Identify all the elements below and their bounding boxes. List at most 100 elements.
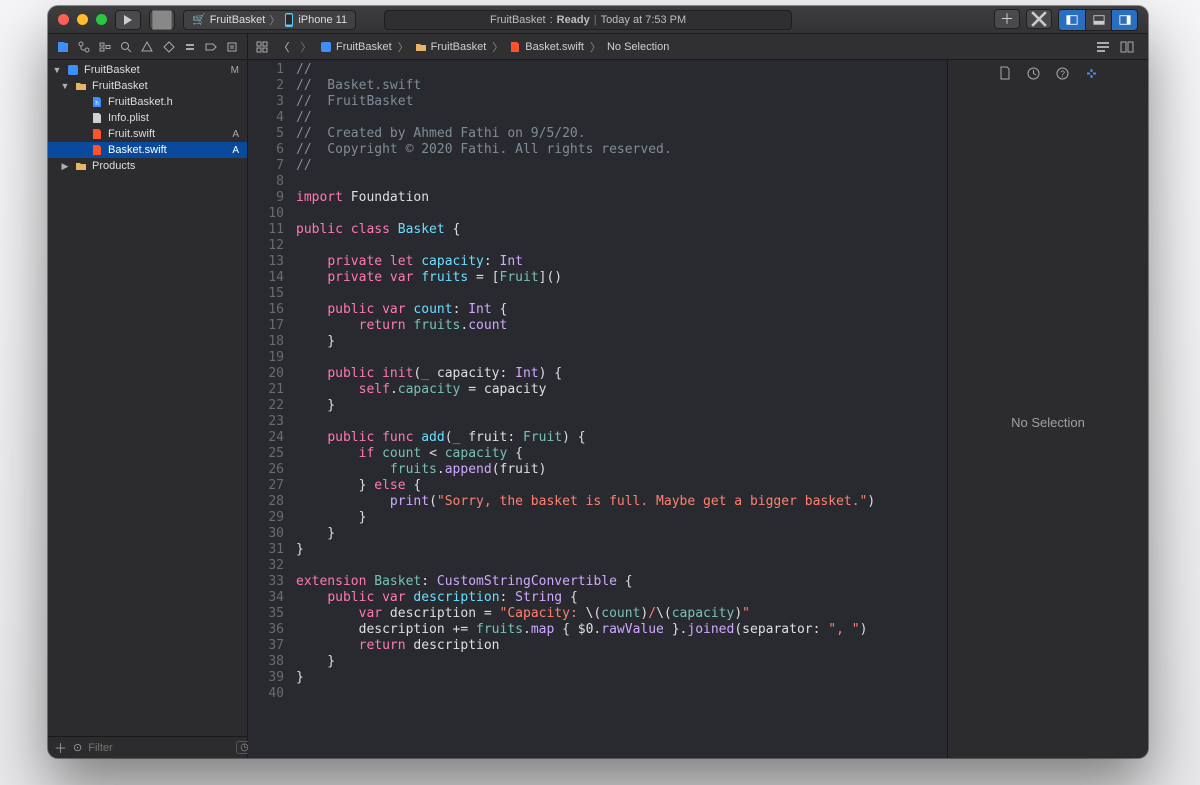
close-window-button[interactable] [58, 14, 69, 25]
scheme-selector[interactable]: 🛒 FruitBasket 〉 iPhone 11 [183, 10, 356, 30]
disclosure-triangle-icon[interactable]: ▶ [60, 161, 70, 172]
navigator-tabs [48, 34, 248, 59]
filter-icon: ⊙ [73, 741, 82, 754]
toggle-debug-area-button[interactable] [1085, 10, 1111, 30]
file-inspector-tab[interactable] [999, 66, 1011, 80]
code-editor[interactable]: 1234567891011121314151617181920212223242… [248, 60, 948, 758]
add-button[interactable]: ＋ [54, 738, 67, 757]
history-inspector-tab[interactable] [1027, 67, 1040, 80]
breadcrumb-symbol[interactable]: No Selection [607, 41, 669, 53]
scm-status: M [231, 65, 239, 76]
report-navigator-tab[interactable] [223, 38, 241, 56]
tree-products-folder[interactable]: ▶ Products [48, 158, 247, 174]
tree-root-project[interactable]: ▼ FruitBasket M [48, 62, 247, 78]
project-navigator: ▼ FruitBasket M ▼ FruitBasket h FruitBas… [48, 60, 248, 758]
scm-status: A [232, 129, 239, 140]
main-area: ▼ FruitBasket M ▼ FruitBasket h FruitBas… [48, 60, 1148, 758]
zoom-window-button[interactable] [96, 14, 107, 25]
tree-label: Products [92, 160, 135, 172]
svg-text:h: h [95, 101, 98, 107]
scheme-separator-icon: 〉 [269, 12, 280, 28]
tree-file[interactable]: Info.plist [48, 110, 247, 126]
attributes-inspector-tab[interactable] [1085, 67, 1098, 80]
tree-label: FruitBasket.h [108, 96, 173, 108]
tree-label: Fruit.swift [108, 128, 155, 140]
toggle-inspector-button[interactable] [1111, 10, 1137, 30]
issue-navigator-tab[interactable] [138, 38, 156, 56]
jump-bar: 〈 〉 FruitBasket 〉 FruitBasket 〉 Basket.s… [248, 34, 1148, 59]
help-inspector-tab[interactable]: ? [1056, 67, 1069, 80]
scheme-device-label: iPhone 11 [298, 14, 347, 26]
breadcrumb-label: FruitBasket [336, 41, 392, 53]
folder-icon [74, 79, 88, 93]
status-project: FruitBasket [490, 14, 546, 26]
go-back-button[interactable]: 〈 [276, 39, 292, 55]
chevron-icon: 〉 [590, 39, 601, 55]
breakpoint-navigator-tab[interactable] [202, 38, 220, 56]
tree-file[interactable]: Fruit.swift A [48, 126, 247, 142]
status-sep: | [594, 14, 597, 26]
folder-icon [415, 41, 427, 53]
plist-file-icon [90, 111, 104, 125]
tree-label: FruitBasket [92, 80, 148, 92]
minimize-window-button[interactable] [77, 14, 88, 25]
debug-navigator-tab[interactable] [181, 38, 199, 56]
related-items-button[interactable] [254, 39, 270, 55]
editor-mode-button[interactable] [1096, 40, 1110, 54]
app-icon: 🛒 [192, 13, 206, 26]
breadcrumb-project[interactable]: FruitBasket [320, 41, 392, 53]
go-forward-button[interactable]: 〉 [298, 39, 314, 55]
xcodeproj-icon [320, 41, 332, 53]
breadcrumb-label: Basket.swift [525, 41, 584, 53]
breadcrumb-label: No Selection [607, 41, 669, 53]
inspector-empty-label: No Selection [1011, 415, 1085, 430]
code-content[interactable]: //// Basket.swift// FruitBasket//// Crea… [292, 60, 947, 758]
library-button[interactable]: ＋ [994, 9, 1020, 29]
swift-file-icon [90, 127, 104, 141]
tree-label: Basket.swift [108, 144, 167, 156]
secondary-bar: 〈 〉 FruitBasket 〉 FruitBasket 〉 Basket.s… [48, 34, 1148, 60]
adjust-editor-button[interactable] [1120, 40, 1134, 54]
inspector-panel: ? No Selection [948, 60, 1148, 758]
disclosure-triangle-icon[interactable]: ▼ [60, 81, 70, 91]
filter-input[interactable] [88, 742, 230, 754]
tree-label: Info.plist [108, 112, 149, 124]
test-navigator-tab[interactable] [160, 38, 178, 56]
chevron-icon: 〉 [398, 39, 409, 55]
xcodeproj-icon [66, 63, 80, 77]
navigator-footer: ＋ ⊙ ◷⊟ [48, 736, 247, 758]
editor-options [1096, 40, 1142, 54]
find-navigator-tab[interactable] [117, 38, 135, 56]
titlebar: 🛒 FruitBasket 〉 iPhone 11 FruitBasket: R… [48, 6, 1148, 34]
source-control-navigator-tab[interactable] [75, 38, 93, 56]
scheme-project-label: FruitBasket [210, 14, 266, 26]
device-icon [284, 13, 294, 27]
disclosure-triangle-icon[interactable]: ▼ [52, 65, 62, 75]
project-navigator-tab[interactable] [54, 38, 72, 56]
tree-label: FruitBasket [84, 64, 140, 76]
symbol-navigator-tab[interactable] [96, 38, 114, 56]
xcode-window: 🛒 FruitBasket 〉 iPhone 11 FruitBasket: R… [48, 6, 1148, 758]
run-button[interactable] [115, 10, 141, 30]
scm-status: A [232, 145, 239, 156]
inspector-tabs: ? [948, 60, 1148, 86]
svg-text:?: ? [1059, 69, 1064, 79]
file-tree[interactable]: ▼ FruitBasket M ▼ FruitBasket h FruitBas… [48, 60, 247, 736]
tree-group-folder[interactable]: ▼ FruitBasket [48, 78, 247, 94]
line-number-gutter: 1234567891011121314151617181920212223242… [248, 60, 292, 758]
chevron-icon: 〉 [492, 39, 503, 55]
toggle-navigator-button[interactable] [1059, 10, 1085, 30]
tree-file[interactable]: h FruitBasket.h [48, 94, 247, 110]
code-review-button[interactable] [1026, 9, 1052, 29]
tree-file-selected[interactable]: Basket.swift A [48, 142, 247, 158]
stop-button[interactable] [149, 10, 175, 30]
swift-file-icon [90, 143, 104, 157]
activity-status: FruitBasket: Ready | Today at 7:53 PM [384, 10, 792, 30]
swift-file-icon [509, 41, 521, 53]
breadcrumb-folder[interactable]: FruitBasket [415, 41, 487, 53]
status-state: Ready [557, 14, 590, 26]
titlebar-right-controls: ＋ [994, 9, 1138, 31]
breadcrumb-file[interactable]: Basket.swift [509, 41, 584, 53]
status-time: Today at 7:53 PM [601, 14, 687, 26]
folder-icon [74, 159, 88, 173]
